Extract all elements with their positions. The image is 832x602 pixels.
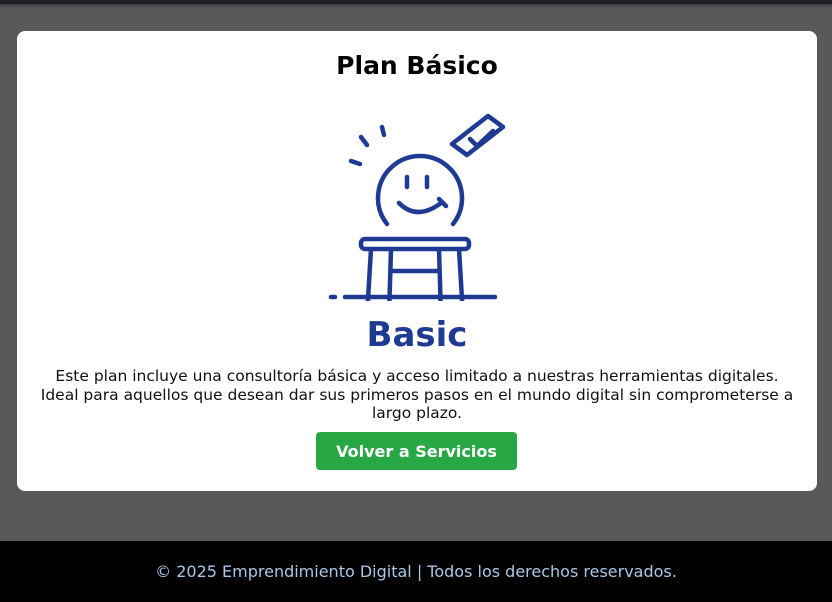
stool-leg — [365, 246, 374, 301]
spark-line — [348, 158, 363, 167]
footer-copyright: © 2025 Emprendimiento Digital | Todos lo… — [155, 562, 677, 581]
stool-seat — [358, 236, 472, 252]
plan-description: Este plan incluye una consultoría básica… — [40, 367, 794, 422]
spark-line — [379, 124, 387, 138]
plan-card: Plan Básico Basic Este plan incluye una … — [17, 31, 817, 491]
stool-leg — [456, 246, 465, 301]
plan-title: Plan Básico — [336, 51, 498, 80]
stool-leg — [387, 246, 394, 301]
back-to-services-button[interactable]: Volver a Servicios — [316, 432, 517, 470]
smiling-person-on-stool-icon — [328, 113, 506, 301]
spark-line — [358, 134, 370, 148]
checkmark-box-icon — [449, 113, 506, 158]
plan-badge-label: Basic — [366, 315, 468, 355]
smile — [396, 200, 444, 215]
footer: © 2025 Emprendimiento Digital | Todos lo… — [0, 541, 832, 602]
top-bar-shadow — [0, 4, 832, 8]
stool-leg — [436, 246, 443, 301]
